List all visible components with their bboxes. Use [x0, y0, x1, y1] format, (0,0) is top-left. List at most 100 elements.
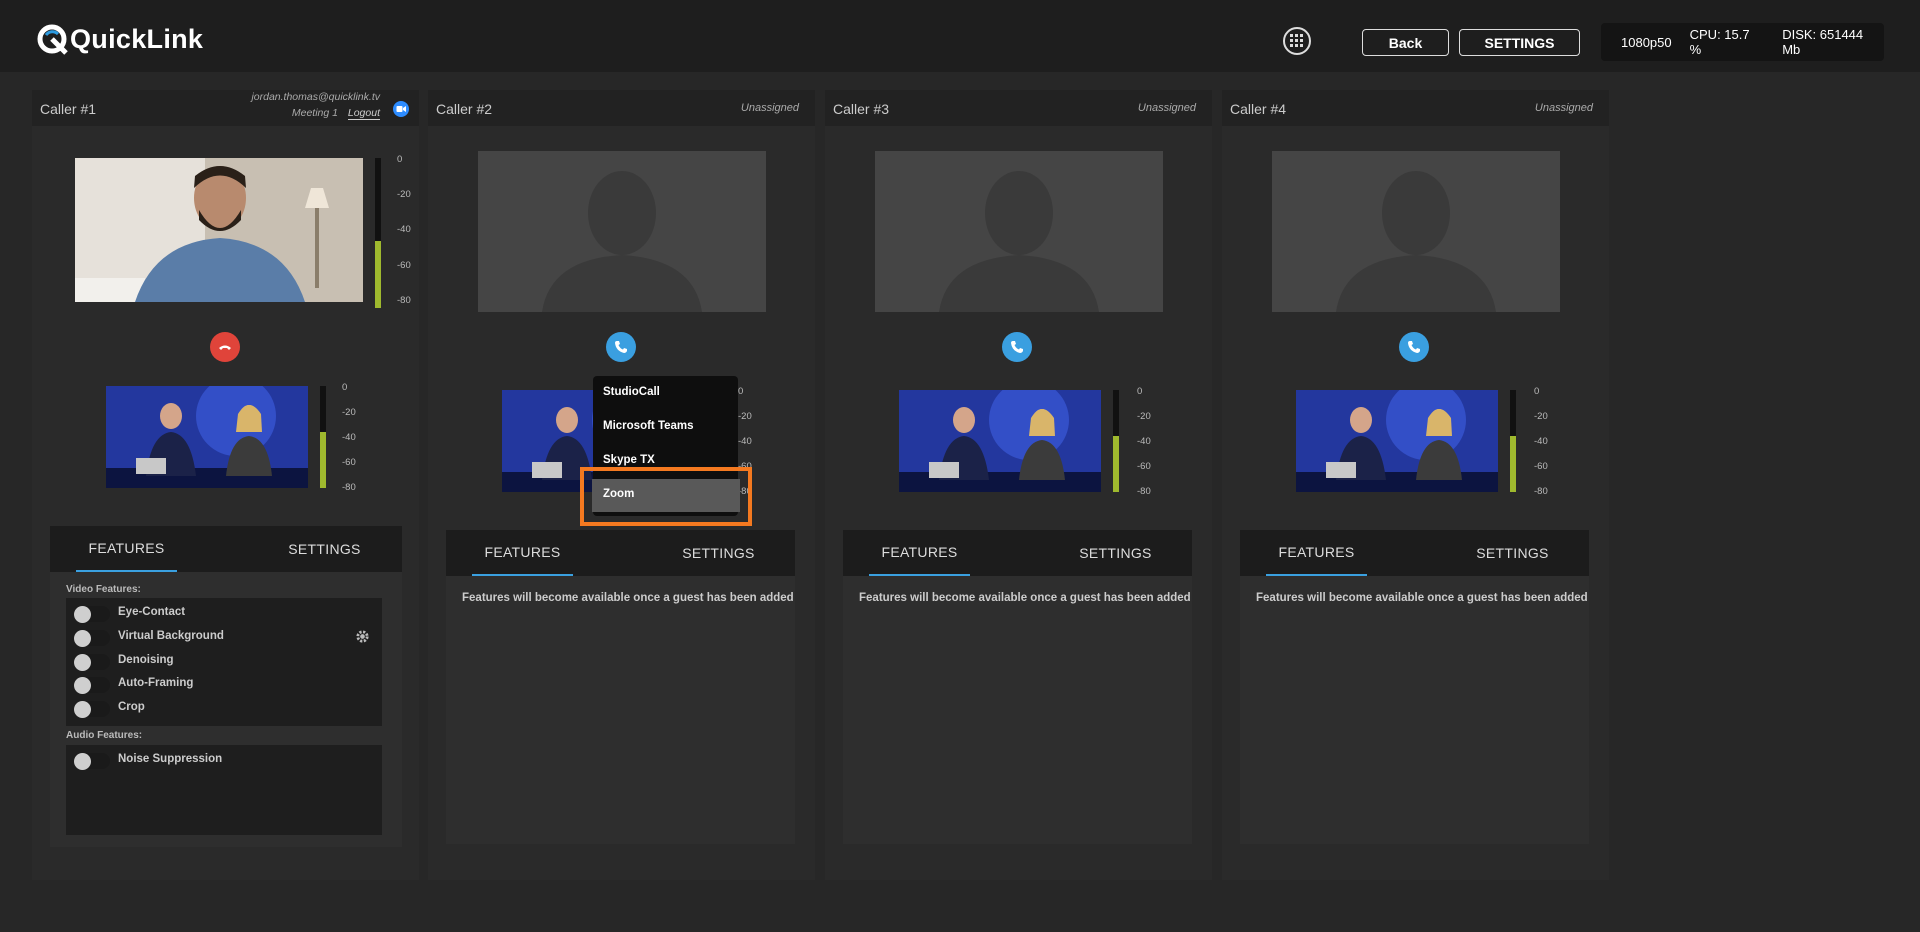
caller-tabs: FEATURES SETTINGS	[446, 530, 795, 576]
tab-settings[interactable]: SETTINGS	[274, 526, 375, 572]
selection-highlight	[580, 467, 752, 526]
caller-audio-level	[375, 240, 381, 308]
caller-status: Unassigned	[740, 102, 799, 114]
caller-header: Caller #1 jordan.thomas@quicklink.tv Mee…	[32, 90, 419, 126]
hangup-button[interactable]	[210, 332, 240, 362]
caller-video-image	[75, 158, 363, 302]
program-audio-level	[1113, 435, 1119, 492]
feature-virtual-background: Virtual Background	[66, 628, 382, 648]
program-video	[899, 390, 1101, 492]
noise-suppression-toggle[interactable]	[74, 753, 110, 770]
video-features-label: Video Features:	[66, 584, 141, 595]
caller-video	[75, 158, 363, 302]
audio-features-label: Audio Features:	[66, 730, 143, 741]
features-empty-message: Features will become available once a gu…	[462, 592, 794, 604]
app-name: QuickLink	[70, 23, 204, 54]
audio-features-list: Noise Suppression	[66, 745, 382, 835]
virtual-background-toggle[interactable]	[74, 630, 110, 647]
grid-view-button[interactable]	[1283, 27, 1311, 55]
caller-name: Caller #3	[833, 101, 890, 117]
caller-status: Unassigned	[1534, 102, 1593, 114]
disk-readout: DISK: 651444 Mb	[1782, 27, 1864, 57]
feature-eye-contact: Eye-Contact	[66, 604, 382, 624]
program-audio-meter	[1510, 390, 1516, 492]
meeting-name: Meeting 1	[291, 107, 338, 119]
program-audio-level	[320, 431, 326, 488]
tab-settings[interactable]: SETTINGS	[1065, 530, 1166, 576]
caller-tabs: FEATURES SETTINGS	[50, 526, 402, 572]
feature-denoising: Denoising	[66, 652, 382, 672]
caller-panel-4: Caller #4 Unassigned 0 -20 -40 -60 -80 FEATU…	[1222, 90, 1609, 880]
features-panel: Features will become available once a gu…	[843, 576, 1192, 844]
tab-settings[interactable]: SETTINGS	[1462, 530, 1563, 576]
tab-features[interactable]: FEATURES	[869, 530, 970, 576]
logout-link[interactable]: Logout	[347, 107, 380, 120]
zoom-app-icon	[393, 101, 409, 117]
program-video-image	[1296, 390, 1498, 492]
quicklink-logo-icon	[36, 23, 68, 55]
features-panel: Features will become available once a gu…	[1240, 576, 1589, 844]
grid-icon	[1290, 34, 1303, 47]
person-silhouette-icon	[1336, 171, 1496, 312]
caller-email: jordan.thomas@quicklink.tv	[251, 91, 380, 103]
tab-features[interactable]: FEATURES	[1266, 530, 1367, 576]
caller-header: Caller #4 Unassigned	[1222, 90, 1609, 126]
call-button[interactable]	[1002, 332, 1032, 362]
caller-placeholder-video	[478, 151, 766, 312]
auto-framing-toggle[interactable]	[74, 677, 110, 694]
program-video-image	[106, 386, 308, 488]
program-audio-level	[1510, 435, 1516, 492]
resolution-readout: 1080p50	[1621, 34, 1672, 50]
feature-noise-suppression: Noise Suppression	[66, 751, 382, 771]
call-button[interactable]	[606, 332, 636, 362]
caller-tabs: FEATURES SETTINGS	[843, 530, 1192, 576]
dropdown-item-microsoft-teams[interactable]: Microsoft Teams	[603, 420, 694, 432]
caller-name: Caller #2	[436, 101, 493, 117]
features-empty-message: Features will become available once a gu…	[1256, 592, 1588, 604]
phone-icon	[1408, 341, 1420, 353]
feature-auto-framing: Auto-Framing	[66, 675, 382, 695]
hangup-icon	[219, 345, 231, 350]
dropdown-item-skype-tx[interactable]: Skype TX	[603, 454, 655, 466]
phone-icon	[615, 341, 627, 353]
program-audio-meter	[320, 386, 326, 488]
back-button[interactable]: Back	[1362, 29, 1449, 56]
cpu-readout: CPU: 15.7 %	[1689, 27, 1750, 57]
top-bar: QuickLink Back SETTINGS 1080p50 CPU: 15.…	[0, 0, 1920, 72]
program-audio-meter	[1113, 390, 1119, 492]
program-video	[106, 386, 308, 488]
caller-header: Caller #2 Unassigned	[428, 90, 815, 126]
caller-name: Caller #1	[40, 101, 97, 117]
features-panel: Video Features: Eye-Contact Virtual Back…	[50, 572, 402, 847]
caller-name: Caller #4	[1230, 101, 1287, 117]
phone-icon	[1011, 341, 1023, 353]
tab-features[interactable]: FEATURES	[472, 530, 573, 576]
crop-toggle[interactable]	[74, 701, 110, 718]
caller-placeholder-video	[1272, 151, 1560, 312]
dropdown-item-studiocall[interactable]: StudioCall	[603, 386, 660, 398]
quicklink-logo: QuickLink	[36, 22, 203, 56]
gear-icon[interactable]	[355, 629, 370, 649]
program-video	[1296, 390, 1498, 492]
feature-crop: Crop	[66, 699, 382, 719]
caller-audio-meter	[375, 158, 381, 308]
caller-placeholder-video	[875, 151, 1163, 312]
eye-contact-toggle[interactable]	[74, 606, 110, 623]
caller-panel-3: Caller #3 Unassigned 0 -20 -40 -60 -80 FEATU…	[825, 90, 1212, 880]
settings-button[interactable]: SETTINGS	[1459, 29, 1580, 56]
video-features-list: Eye-Contact Virtual Background Denoising…	[66, 598, 382, 726]
tab-features[interactable]: FEATURES	[76, 526, 177, 572]
tab-settings[interactable]: SETTINGS	[668, 530, 769, 576]
person-silhouette-icon	[542, 171, 702, 312]
caller-status: Unassigned	[1137, 102, 1196, 114]
caller-panel-1: Caller #1 jordan.thomas@quicklink.tv Mee…	[32, 90, 419, 880]
call-button[interactable]	[1399, 332, 1429, 362]
program-video-image	[899, 390, 1101, 492]
denoising-toggle[interactable]	[74, 654, 110, 671]
person-silhouette-icon	[939, 171, 1099, 312]
system-status: 1080p50 CPU: 15.7 % DISK: 651444 Mb	[1601, 23, 1884, 61]
caller-tabs: FEATURES SETTINGS	[1240, 530, 1589, 576]
caller-header: Caller #3 Unassigned	[825, 90, 1212, 126]
features-panel: Features will become available once a gu…	[446, 576, 795, 844]
features-empty-message: Features will become available once a gu…	[859, 592, 1191, 604]
